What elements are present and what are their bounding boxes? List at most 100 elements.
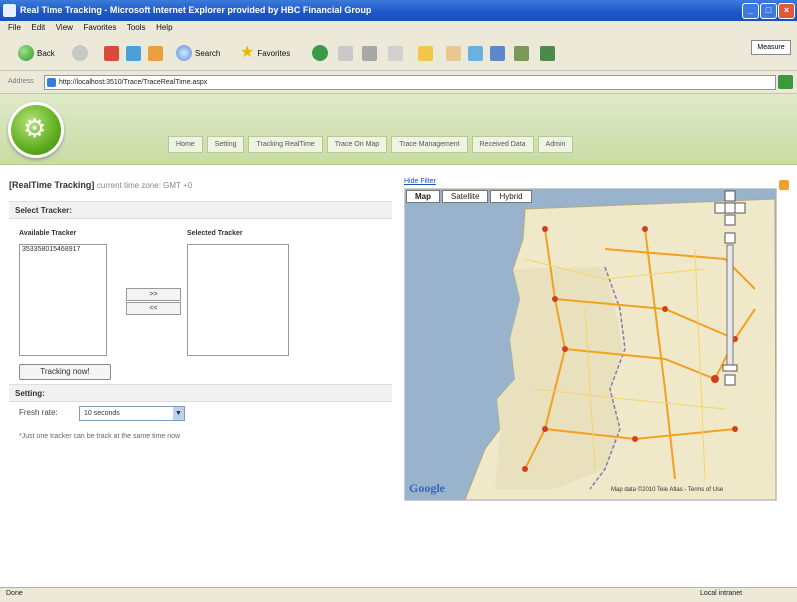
expand-icon[interactable]	[779, 180, 789, 190]
list-item[interactable]: 353358015468917	[20, 245, 106, 254]
print-button[interactable]	[362, 44, 377, 62]
address-label: Address	[8, 78, 34, 85]
research-button[interactable]	[468, 44, 483, 62]
tool-icon	[490, 45, 505, 61]
history-button[interactable]	[312, 44, 328, 62]
fresh-rate-value: 10 seconds	[84, 410, 120, 417]
measure-tooltip[interactable]: Measure	[751, 40, 791, 55]
chevron-down-icon[interactable]: ▼	[173, 407, 184, 420]
page-icon	[47, 78, 56, 87]
window-title: Real Time Tracking - Microsoft Internet …	[20, 5, 372, 15]
map-copyright: Map data ©2010 Tele Atlas - Terms of Use	[611, 487, 724, 493]
search-icon	[176, 45, 192, 61]
address-bar: Address http://localhost:3510/Trace/Trac…	[0, 71, 797, 94]
folder-button[interactable]	[418, 44, 433, 62]
main-nav: Home Setting Tracking RealTime Trace On …	[168, 136, 577, 153]
address-input[interactable]: http://localhost:3510/Trace/TraceRealTim…	[44, 75, 776, 90]
refresh-icon	[126, 45, 141, 61]
google-logo: Google	[409, 481, 445, 495]
timezone-text: current time zone: GMT +0	[96, 181, 193, 190]
forward-button[interactable]	[72, 44, 88, 62]
map-canvas[interactable]: Google Map data ©2010 Tele Atlas - Terms…	[404, 188, 777, 501]
page-title: [RealTime Tracking] current time zone: G…	[9, 180, 192, 190]
tracker-note: *Just one tracker can be track at the sa…	[19, 433, 181, 440]
selected-tracker-label: Selected Tracker	[187, 230, 243, 237]
page-title-text: [RealTime Tracking]	[9, 180, 95, 190]
nav-admin[interactable]: Admin	[537, 136, 574, 153]
ie-icon	[3, 4, 16, 17]
menu-bar: File Edit View Favorites Tools Help	[0, 21, 797, 36]
map-graphic	[405, 189, 776, 500]
history-icon	[312, 45, 328, 61]
home-button[interactable]	[148, 44, 163, 62]
minimize-button[interactable]: _	[742, 3, 759, 19]
grid-icon	[514, 45, 529, 61]
forward-arrow-icon	[72, 45, 88, 61]
fresh-rate-select[interactable]: 10 seconds ▼	[79, 406, 185, 421]
app-logo[interactable]: ⚙	[8, 102, 64, 158]
status-text: Done	[6, 590, 23, 597]
back-button[interactable]: Back	[18, 44, 55, 62]
status-bar: Done Local intranet	[0, 587, 797, 602]
remove-tracker-button[interactable]: <<	[126, 302, 181, 315]
print-icon	[362, 45, 377, 61]
selected-tracker-list[interactable]	[187, 244, 289, 356]
extension-button[interactable]	[540, 44, 555, 62]
nav-received-data[interactable]: Received Data	[471, 136, 534, 153]
tab-map[interactable]: Map	[406, 190, 440, 203]
menu-file[interactable]: File	[8, 23, 21, 32]
available-tracker-label: Available Tracker	[19, 230, 77, 237]
edit-icon	[388, 45, 403, 61]
research-icon	[468, 45, 483, 61]
hide-filter-link[interactable]: Hide Filter	[404, 178, 436, 185]
stop-button[interactable]	[104, 44, 119, 62]
back-label: Back	[37, 48, 55, 58]
search-label: Search	[195, 48, 221, 58]
mail-button[interactable]	[338, 44, 353, 62]
messenger-button[interactable]	[446, 44, 461, 62]
close-button[interactable]: ×	[778, 3, 795, 19]
stop-icon	[104, 45, 119, 61]
grid-button[interactable]	[514, 44, 529, 62]
star-icon: ★	[240, 44, 255, 61]
menu-help[interactable]: Help	[156, 23, 172, 32]
menu-edit[interactable]: Edit	[31, 23, 45, 32]
available-tracker-list[interactable]: 353358015468917	[19, 244, 107, 356]
gear-icon: ⚙	[23, 113, 47, 143]
extension-icon	[540, 45, 555, 61]
mail-icon	[338, 45, 353, 61]
edit-button[interactable]	[388, 44, 403, 62]
nav-setting[interactable]: Setting	[206, 136, 245, 153]
refresh-button[interactable]	[126, 44, 141, 62]
menu-view[interactable]: View	[56, 23, 73, 32]
status-zone: Local intranet	[700, 590, 743, 597]
back-arrow-icon	[18, 45, 34, 61]
map-type-tabs: Map Satellite Hybrid	[406, 190, 534, 203]
messenger-icon	[446, 45, 461, 61]
nav-trace-on-map[interactable]: Trace On Map	[326, 136, 388, 153]
browser-toolbar: Back Search ★ Favorites	[0, 36, 797, 71]
fresh-rate-label: Fresh rate:	[19, 408, 58, 417]
menu-favorites[interactable]: Favorites	[83, 23, 116, 32]
search-button[interactable]: Search	[176, 44, 220, 62]
favorites-label: Favorites	[257, 48, 291, 58]
tab-hybrid[interactable]: Hybrid	[490, 190, 532, 203]
menu-tools[interactable]: Tools	[127, 23, 146, 32]
window-title-bar[interactable]: Real Time Tracking - Microsoft Internet …	[0, 0, 797, 21]
select-tracker-heading: Select Tracker:	[9, 201, 392, 219]
favorites-button[interactable]: ★ Favorites	[240, 44, 290, 62]
folder-icon	[418, 45, 433, 61]
tab-satellite[interactable]: Satellite	[442, 190, 489, 203]
nav-trace-management[interactable]: Trace Management	[391, 136, 468, 153]
setting-heading: Setting:	[9, 384, 392, 402]
home-icon	[148, 45, 163, 61]
nav-home[interactable]: Home	[168, 136, 203, 153]
add-tracker-button[interactable]: >>	[126, 288, 181, 301]
app-header: ⚙ Home Setting Tracking RealTime Trace O…	[0, 94, 797, 165]
nav-tracking-realtime[interactable]: Tracking RealTime	[248, 136, 323, 153]
tracking-now-button[interactable]: Tracking now!	[19, 364, 111, 380]
tool-button[interactable]	[490, 44, 505, 62]
address-url: http://localhost:3510/Trace/TraceRealTim…	[59, 79, 208, 86]
maximize-button[interactable]: □	[760, 3, 777, 19]
go-button[interactable]	[778, 75, 793, 89]
